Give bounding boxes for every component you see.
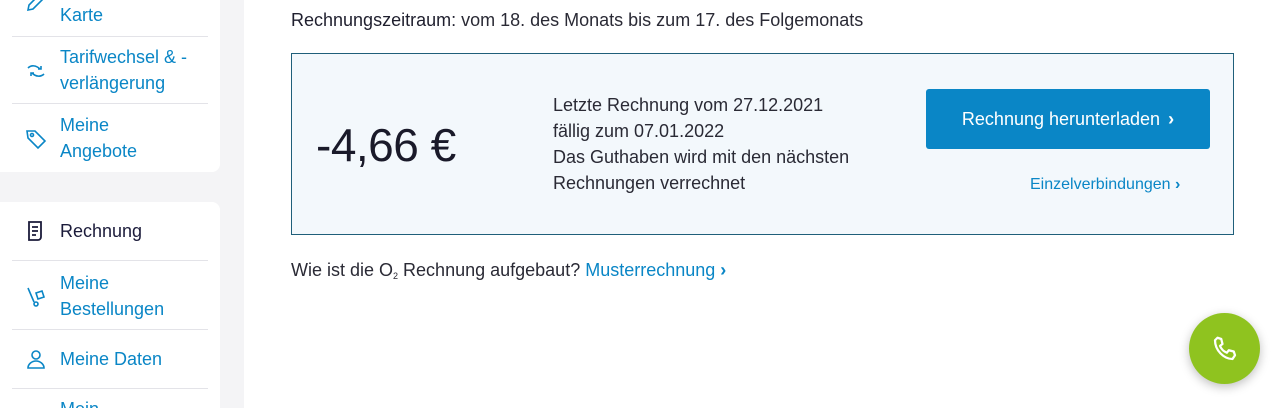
sidebar-card-bottom: Rechnung Meine Bestellungen Meine Daten …: [0, 202, 220, 408]
invoice-icon: [22, 217, 50, 245]
divider: [12, 103, 208, 104]
sidebar-item-label: Rechnung: [60, 221, 143, 241]
sidebar-item-label: Meine Angebote: [60, 115, 138, 161]
sidebar-item-daten[interactable]: Meine Daten: [12, 342, 208, 376]
sample-bill-question: Wie ist die O2 Rechnung aufgebaut? Muste…: [291, 260, 726, 281]
sidebar-item-mein[interactable]: Mein: [12, 396, 208, 408]
sidebar-item-label: Tarifwechsel & - verlängerung: [60, 47, 188, 93]
chevron-right-icon: ›: [1168, 108, 1175, 129]
sample-bill-link[interactable]: Musterrechnung ›: [585, 260, 726, 280]
sidebar-item-label: Meine Daten: [60, 349, 163, 369]
sidebar-item-rechnung[interactable]: Rechnung: [12, 214, 208, 248]
divider: [12, 260, 208, 261]
divider: [12, 329, 208, 330]
sidebar-item-label: Mein: [60, 396, 99, 408]
sidebar-item-karte[interactable]: Karte: [12, 0, 208, 32]
sidebar-item-label: Karte: [60, 5, 104, 25]
divider: [12, 36, 208, 37]
sidebar-item-angebote[interactable]: Meine Angebote: [12, 112, 208, 166]
sidebar-item-bestellungen[interactable]: Meine Bestellungen: [12, 268, 208, 322]
bill-date: Letzte Rechnung vom 27.12.2021: [553, 95, 824, 115]
itemized-calls-link[interactable]: Einzelverbindungen ›: [1030, 176, 1180, 194]
call-button[interactable]: [1189, 313, 1260, 384]
tag-icon: [22, 125, 50, 153]
bill-summary-box: -4,66 € Letzte Rechnung vom 27.12.2021 f…: [291, 53, 1234, 235]
phone-icon: [1213, 336, 1236, 360]
sidebar: Karte Tarifwechsel & - verlängerung Mein…: [0, 0, 244, 408]
bill-due-date: fällig zum 07.01.2022: [553, 121, 725, 141]
billing-period-label: Rechnungszeitraum:: [291, 10, 457, 30]
divider: [12, 388, 208, 389]
person-icon: [22, 345, 50, 373]
sidebar-card-top: Karte Tarifwechsel & - verlängerung Mein…: [0, 0, 220, 172]
billing-period-value: vom 18. des Monats bis zum 17. des Folge…: [456, 10, 864, 30]
sidebar-item-label: Meine Bestellungen: [60, 273, 165, 319]
download-bill-button[interactable]: Rechnung herunterladen ›: [926, 89, 1210, 149]
download-bill-label: Rechnung herunterladen: [961, 108, 1161, 129]
hand-truck-icon: [22, 283, 50, 311]
credit-note: Das Guthaben wird mit den nächsten Rechn…: [553, 147, 850, 193]
itemized-calls-label: Einzelverbindungen: [1030, 176, 1171, 193]
sample-bill-label: Musterrechnung: [585, 260, 716, 280]
chevron-right-icon: ›: [1175, 176, 1181, 193]
pencil-icon: [22, 0, 50, 16]
faq-text-prefix: Wie ist die O: [291, 260, 394, 280]
chevron-right-icon: ›: [720, 260, 727, 280]
faq-text-middle: Rechnung aufgebaut?: [398, 260, 586, 280]
sidebar-item-tarifwechsel[interactable]: Tarifwechsel & - verlängerung: [12, 44, 208, 98]
swap-arrows-icon: [22, 57, 50, 85]
billing-period: Rechnungszeitraum: vom 18. des Monats bi…: [291, 10, 863, 31]
bill-amount: -4,66 €: [316, 119, 456, 171]
bill-info: Letzte Rechnung vom 27.12.2021 fällig zu…: [553, 92, 893, 196]
